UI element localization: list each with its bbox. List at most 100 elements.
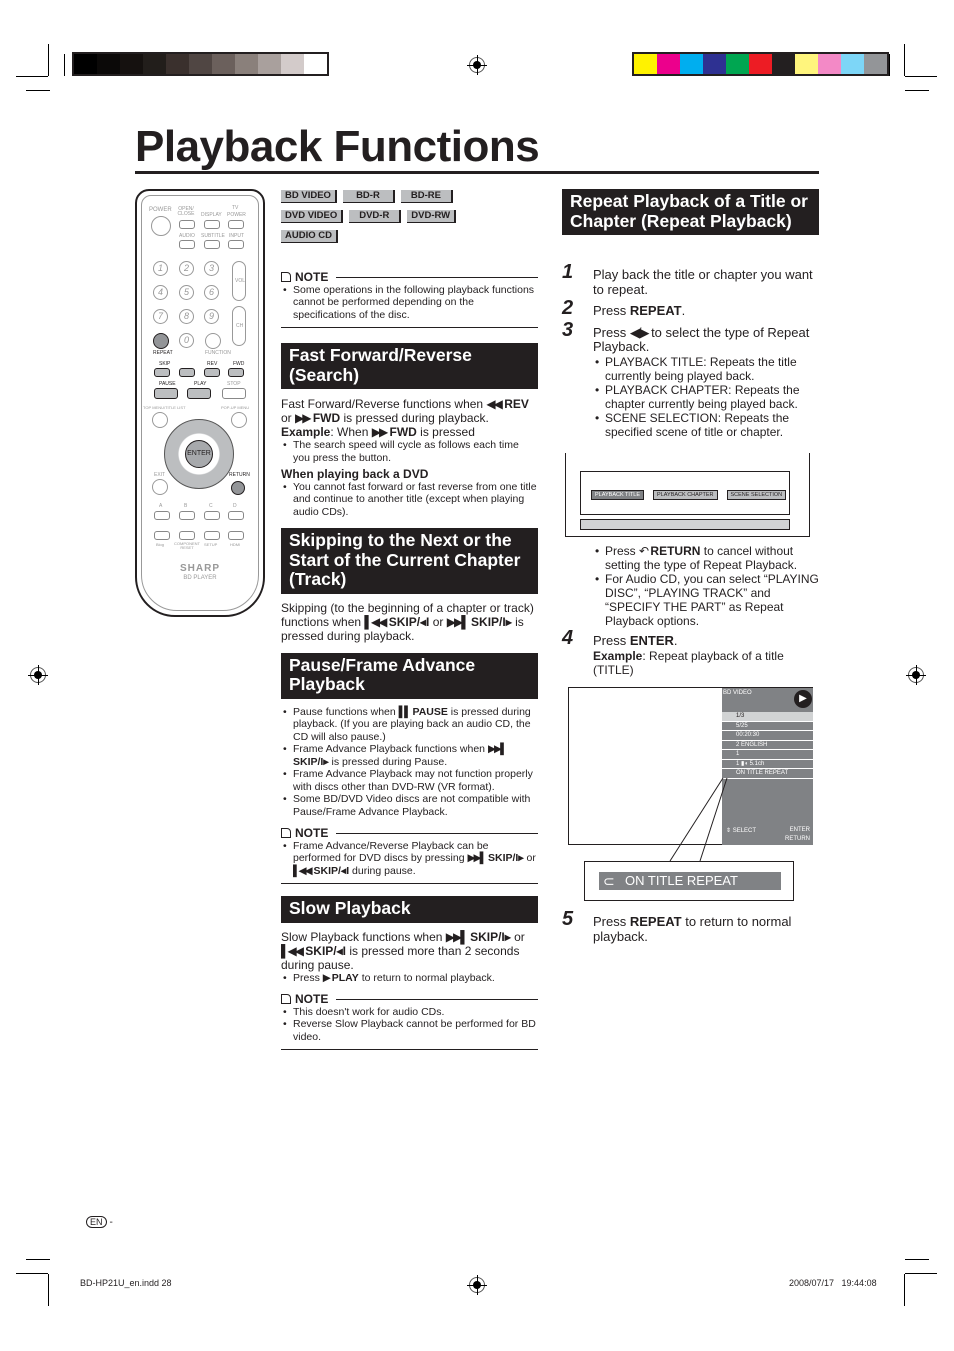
label-function: FUNCTION [205, 350, 231, 356]
label-open-close: OPEN/ CLOSE [177, 206, 195, 217]
text: . [673, 633, 678, 648]
disc-type-badges: BD VIDEO BD-R BD-RE DVD VIDEO DVD-R DVD-RW AUD… [281, 189, 538, 249]
color-swatch [680, 54, 703, 74]
subtitle-button [204, 240, 220, 249]
skip-back-button [154, 368, 170, 377]
color-swatch [634, 54, 657, 74]
text: is pressed [416, 425, 475, 439]
label-b: B [184, 503, 188, 509]
enter-button: ENTER [185, 440, 213, 468]
page-title: Playback Functions [135, 122, 540, 171]
osd-row: 1 [722, 750, 813, 760]
eject-button [179, 220, 195, 229]
page-language: EN - [86, 1216, 113, 1228]
disc-badge: AUDIO CD [281, 230, 338, 243]
step-number: 5 [562, 908, 574, 930]
label-return: RETURN [229, 472, 250, 478]
right-column: 1 Play back the title or chapter you want… [562, 262, 819, 439]
text: PLAYBACK CHAPTER: Repeats the chapter cu… [605, 382, 800, 411]
note-icon [281, 828, 291, 839]
list-item: Pause functions when ▌▌ PAUSE is pressed… [281, 706, 538, 744]
bold-text: REV [500, 397, 529, 411]
repeat-button [153, 333, 169, 349]
text: Frame Advance Playback functions when [293, 743, 488, 755]
text: or [429, 614, 447, 629]
label-subtitle: SUBTITLE [201, 233, 225, 239]
number-button-6: 6 [204, 285, 219, 300]
button-symbol-icon: ▌◀◀ [364, 614, 387, 629]
color-swatch [143, 54, 166, 74]
bold-text: SKIP/I▸ [485, 852, 524, 864]
list-item: Frame Advance Playback functions when ▶▶… [281, 743, 538, 768]
button-symbol-icon: ▶▶ [295, 411, 312, 425]
label-setup: SETUP [204, 542, 218, 547]
label-ch: CH [236, 323, 244, 329]
ff-example: Example: When ▶▶ FWD is pressed [281, 425, 538, 439]
button-symbol-icon: ◀/▶ [629, 324, 650, 340]
step-number: 4 [562, 627, 574, 649]
osd-callout-box: ON TITLE REPEAT ⊂ [584, 861, 794, 901]
text: Press [593, 914, 630, 929]
step-2: 2 Press REPEAT. [562, 298, 819, 319]
skip-body: Skipping (to the beginning of a chapter … [281, 601, 538, 643]
osd-row: 5/25 [722, 721, 813, 731]
tv-power-button [228, 220, 244, 229]
text: Frame Advance/Reverse Playback can be pe… [293, 839, 489, 865]
disc-badge: BD-R [342, 190, 395, 203]
brand-logo: SHARP [179, 563, 220, 574]
label-fwd: FWD [233, 361, 245, 367]
remote-control-illustration: POWER OPEN/ CLOSE DISPLAY TV POWER AUDIO… [135, 189, 265, 617]
osd-row: 2 ENGLISH [722, 740, 813, 750]
button-symbol-icon: ▶▶▌ [467, 852, 487, 864]
number-button-0: 0 [179, 333, 194, 348]
pause-note-list: Frame Advance/Reverse Playback can be pe… [281, 840, 538, 878]
step-3-bullets: PLAYBACK TITLE: Repeats the title curren… [593, 355, 819, 439]
color-bar [632, 52, 889, 76]
button-symbol-icon: ▌▌ [398, 705, 412, 718]
note-heading: NOTE [281, 993, 538, 1006]
menu-status-bar [580, 519, 790, 530]
button-symbol-icon: ▶▶▌ [446, 614, 470, 629]
skip-forward-button [179, 368, 195, 377]
function-button [205, 333, 221, 349]
label-exit: EXIT [154, 472, 166, 478]
footer-file: BD-HP21U_en.indd 28 [80, 1278, 172, 1288]
label-repeat: REPEAT [153, 350, 173, 356]
note-item: Some operations in the following playbac… [281, 284, 538, 322]
crop-mark [26, 1259, 50, 1260]
bold-text: SKIP/◂I [310, 864, 350, 877]
channel-rocker: CH [232, 306, 246, 346]
color-swatch [841, 54, 864, 74]
osd-return-hint: RETURN [785, 836, 810, 842]
play-status-icon: ▶ [794, 690, 812, 708]
text: Frame Advance Playback may not function … [293, 768, 533, 793]
label-pause: PAUSE [159, 381, 176, 387]
bold-text: ENTER [629, 633, 674, 648]
text: : When [330, 425, 372, 439]
gray-color-bar [72, 52, 329, 76]
bold-text: SKIP/I▸ [293, 755, 329, 768]
repeat-option-2[interactable]: PLAYBACK CHAPTER [653, 490, 718, 500]
list-item: Press ↶ RETURN to cancel without setting… [593, 544, 819, 572]
bold-text: PLAY [328, 971, 359, 984]
ff-bullets: The search speed will cycle as follows e… [281, 439, 538, 464]
list-item: Some BD/DVD Video discs are not compatib… [281, 793, 538, 818]
note-label: NOTE [295, 270, 329, 284]
color-swatch [304, 54, 327, 74]
section-heading-pause: Pause/Frame Advance Playback [281, 652, 538, 699]
repeat-option-3[interactable]: SCENE SELECTION [726, 490, 787, 500]
label-skip: SKIP [159, 361, 171, 367]
d-button [228, 511, 244, 520]
fwd-button [228, 368, 244, 377]
repeat-option-1[interactable]: PLAYBACK TITLE [591, 490, 645, 500]
setup-button [204, 531, 220, 540]
crop-mark [26, 90, 50, 91]
osd-row: 1 ▮◖ 5.1ch [722, 759, 813, 769]
title-rule [135, 171, 819, 174]
step-text: Press ◀/▶ to select the type of Repeat P… [593, 324, 819, 355]
b-button [179, 511, 195, 520]
stop-button [222, 388, 246, 399]
return-button [231, 481, 245, 495]
section-heading-repeat: Repeat Playback of a Title or Chapter (R… [562, 189, 819, 235]
repeat-icon: ⊂ [603, 873, 615, 889]
